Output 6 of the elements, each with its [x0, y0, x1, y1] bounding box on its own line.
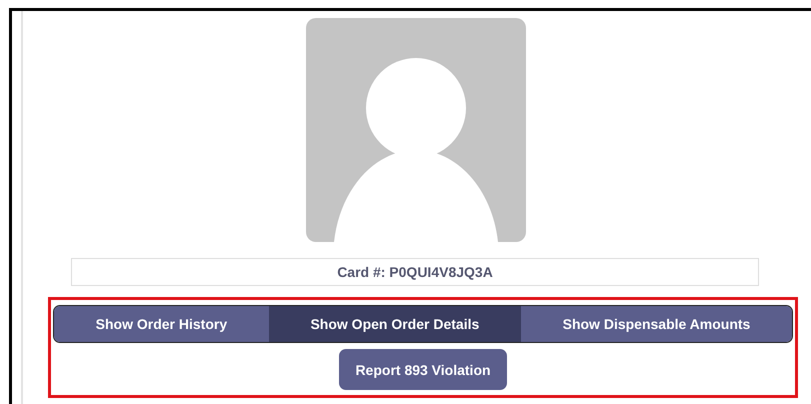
avatar-icon — [306, 18, 526, 242]
report-button[interactable]: Report 893 Violation — [339, 349, 507, 390]
tab[interactable]: Show Order History — [54, 306, 269, 342]
card-number: Card #: P0QUI4V8JQ3A — [71, 258, 759, 286]
tab[interactable]: Show Open Order Details — [268, 306, 521, 342]
tab[interactable]: Show Dispensable Amounts — [520, 306, 792, 342]
